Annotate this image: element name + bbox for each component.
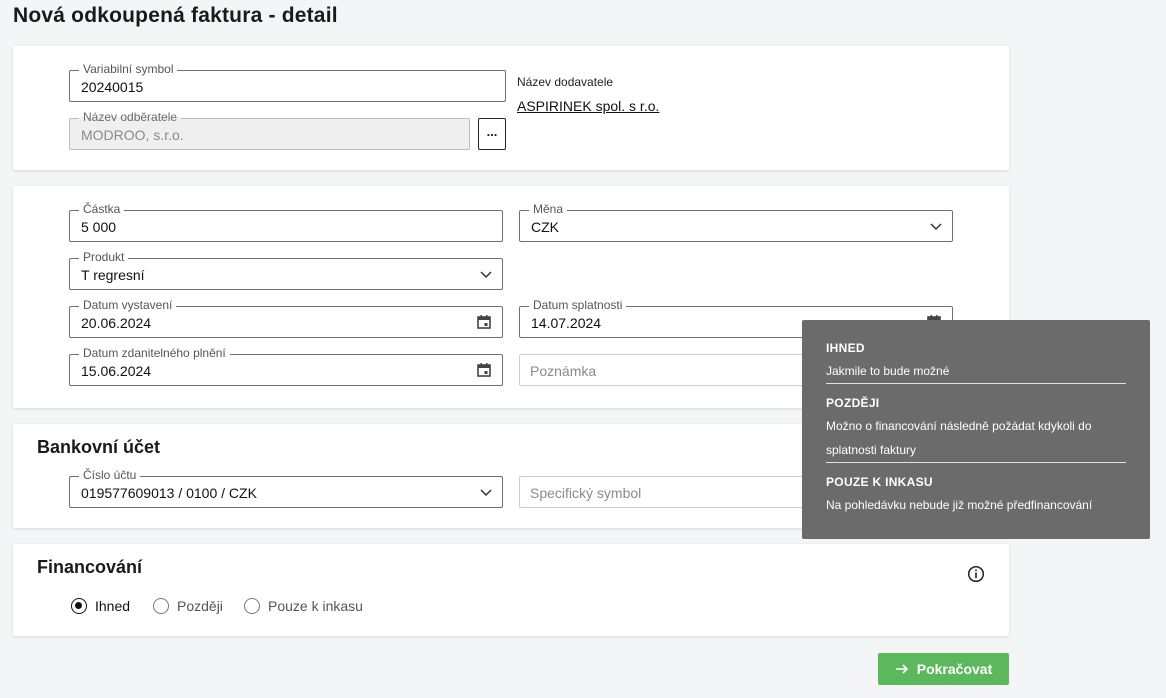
currency-select[interactable]: Měna CZK bbox=[519, 202, 953, 242]
customer-name-field: Název odběratele MODROO, s.r.o. bbox=[69, 110, 470, 150]
variable-symbol-value: 20240015 bbox=[81, 79, 144, 95]
taxable-date-value: 15.06.2024 bbox=[81, 363, 152, 379]
customer-name-label: Název odběratele bbox=[79, 110, 182, 124]
supplier-label: Název dodavatele bbox=[517, 75, 614, 89]
note-placeholder: Poznámka bbox=[530, 363, 597, 379]
tooltip-text: Na pohledávku nebude již možné předfinan… bbox=[826, 498, 1093, 512]
taxable-date-label: Datum zdanitelného plnění bbox=[79, 346, 230, 360]
issue-date-label: Datum vystavení bbox=[79, 298, 177, 312]
financing-option-pouze-k-inkasu[interactable]: Pouze k inkasu bbox=[244, 598, 363, 614]
bank-account-title: Bankovní účet bbox=[37, 437, 161, 457]
tooltip-heading: POUZE K INKASU bbox=[826, 475, 933, 489]
tooltip-heading: POZDĚJI bbox=[826, 396, 880, 410]
info-icon[interactable] bbox=[967, 565, 985, 583]
currency-label: Měna bbox=[529, 202, 568, 216]
radio-circle bbox=[71, 598, 87, 614]
calendar-icon[interactable] bbox=[476, 362, 492, 378]
tooltip-divider bbox=[826, 462, 1126, 463]
customer-name-value: MODROO, s.r.o. bbox=[81, 127, 184, 143]
taxable-date-field[interactable]: Datum zdanitelného plnění 15.06.2024 bbox=[69, 346, 503, 386]
tooltip-text: Jakmile to bude možné bbox=[826, 364, 950, 378]
due-date-label: Datum splatnosti bbox=[529, 298, 627, 312]
supplier-link[interactable]: ASPIRINEK spol. s r.o. bbox=[517, 98, 659, 114]
product-select[interactable]: Produkt T regresní bbox=[69, 250, 503, 290]
chevron-down-icon bbox=[480, 489, 492, 497]
financing-tooltip: IHNED Jakmile to bude možné POZDĚJI Možn… bbox=[802, 320, 1150, 539]
specific-symbol-placeholder: Specifický symbol bbox=[530, 485, 642, 501]
financing-option-label: Pouze k inkasu bbox=[268, 598, 363, 614]
account-number-label: Číslo účtu bbox=[79, 468, 141, 482]
financing-card bbox=[13, 544, 1009, 636]
variable-symbol-label: Variabilní symbol bbox=[79, 62, 178, 76]
arrow-right-icon bbox=[895, 664, 908, 674]
radio-circle bbox=[153, 598, 169, 614]
amount-label: Částka bbox=[79, 202, 125, 216]
issue-date-value: 20.06.2024 bbox=[81, 315, 152, 331]
financing-title: Financování bbox=[37, 557, 143, 577]
financing-option-label: Později bbox=[177, 598, 223, 614]
calendar-icon[interactable] bbox=[476, 314, 492, 330]
radio-circle bbox=[244, 598, 260, 614]
financing-option-ihned[interactable]: Ihned bbox=[71, 598, 130, 614]
account-number-value: 019577609013 / 0100 / CZK bbox=[81, 485, 257, 501]
due-date-value: 14.07.2024 bbox=[531, 315, 602, 331]
select-customer-button[interactable]: ... bbox=[478, 118, 506, 150]
account-number-select[interactable]: Číslo účtu 019577609013 / 0100 / CZK bbox=[69, 468, 503, 508]
variable-symbol-field[interactable]: Variabilní symbol 20240015 bbox=[69, 62, 506, 102]
continue-label: Pokračovat bbox=[916, 661, 993, 677]
product-value: T regresní bbox=[81, 267, 145, 283]
chevron-down-icon bbox=[480, 271, 492, 279]
chevron-down-icon bbox=[930, 223, 942, 231]
financing-option-pozdeji[interactable]: Později bbox=[153, 598, 223, 614]
tooltip-heading: IHNED bbox=[826, 341, 865, 355]
page-title: Nová odkoupená faktura - detail bbox=[13, 4, 338, 27]
tooltip-divider bbox=[826, 383, 1126, 384]
financing-option-label: Ihned bbox=[95, 598, 131, 614]
continue-button[interactable]: Pokračovat bbox=[878, 653, 1009, 685]
amount-field[interactable]: Částka 5 000 bbox=[69, 202, 503, 242]
amount-value: 5 000 bbox=[81, 219, 117, 235]
issue-date-field[interactable]: Datum vystavení 20.06.2024 bbox=[69, 298, 503, 338]
tooltip-text: Možno o financování následně požádat kdy… bbox=[826, 419, 1092, 457]
product-label: Produkt bbox=[79, 250, 129, 264]
currency-value: CZK bbox=[531, 219, 559, 235]
